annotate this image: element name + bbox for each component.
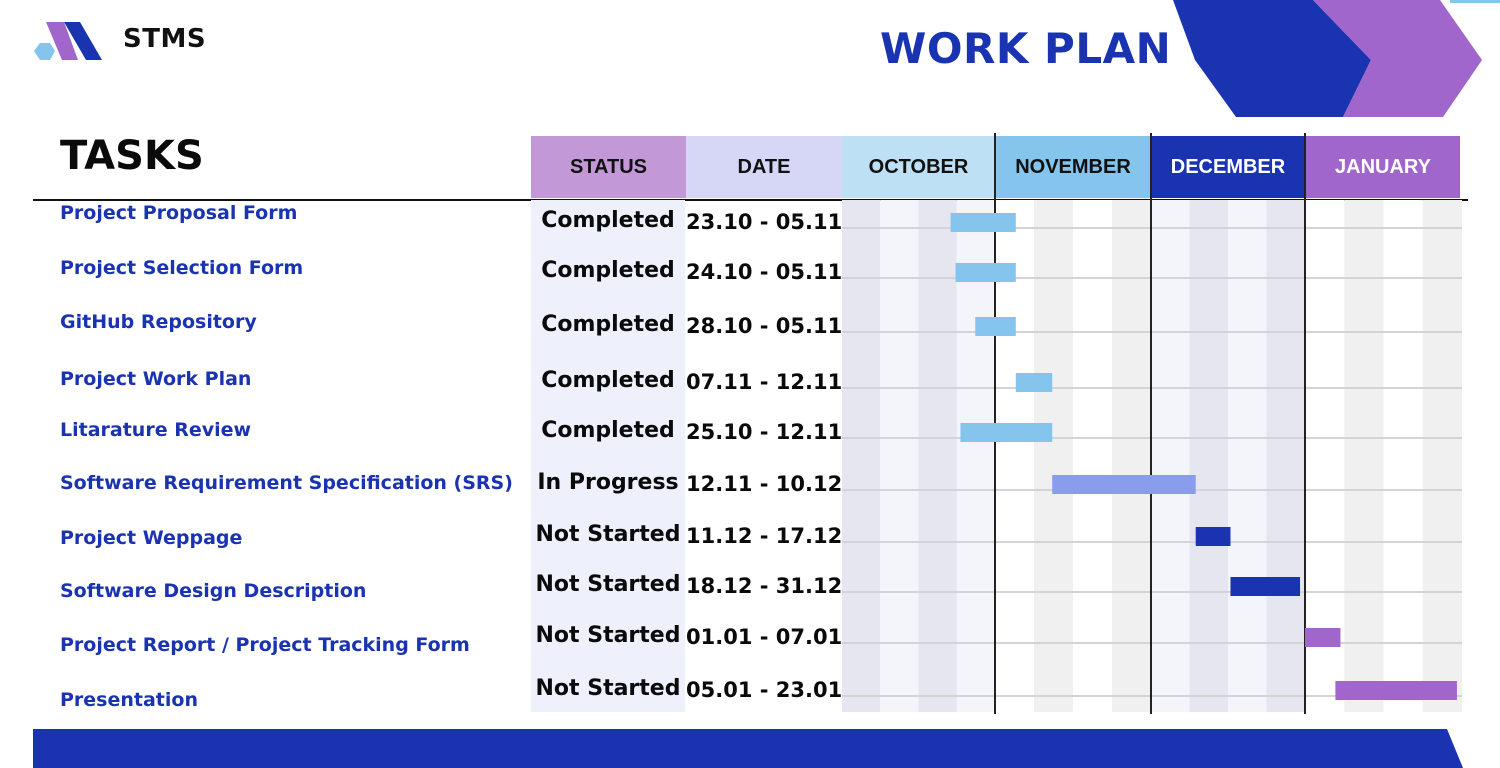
- task-name: Software Requirement Specification (SRS): [60, 472, 513, 494]
- task-name: Project Selection Form: [60, 257, 304, 279]
- task-name: Project Report / Project Tracking Form: [60, 634, 470, 656]
- month-stripe: [1073, 200, 1112, 712]
- task-status: Completed: [541, 258, 675, 283]
- month-stripe: [842, 200, 881, 712]
- task-status: Completed: [541, 208, 675, 233]
- gantt-bar: [1195, 527, 1231, 546]
- task-date: 01.01 - 07.01: [686, 625, 843, 649]
- gantt-bar: [955, 263, 1016, 282]
- task-name: Software Design Description: [60, 580, 367, 602]
- task-name: Project Work Plan: [60, 368, 252, 390]
- task-status: Not Started: [535, 522, 681, 547]
- gantt-bar: [1230, 577, 1301, 596]
- gantt-bar: [1052, 475, 1196, 494]
- month-stripe: [880, 200, 919, 712]
- task-date: 12.11 - 10.12: [686, 472, 843, 496]
- task-status: Completed: [541, 368, 675, 393]
- month-stripe: [1266, 200, 1305, 712]
- gantt-bar: [950, 213, 1016, 232]
- task-name: Litarature Review: [60, 419, 252, 441]
- task-date: 11.12 - 17.12: [686, 524, 843, 548]
- task-date: 23.10 - 05.11: [686, 210, 843, 234]
- task-date: 25.10 - 12.11: [686, 420, 843, 444]
- task-name: Presentation: [60, 689, 198, 711]
- month-stripe: [1344, 200, 1384, 712]
- task-status: In Progress: [537, 470, 679, 495]
- task-name: Project Weppage: [60, 527, 243, 549]
- gantt-bar: [960, 423, 1053, 442]
- month-stripe: [1383, 200, 1423, 712]
- task-date: 28.10 - 05.11: [686, 314, 843, 338]
- month-stripe: [1422, 200, 1462, 712]
- gantt-bar: [1305, 628, 1341, 647]
- gantt-bar: [975, 317, 1016, 336]
- gantt-bar: [1015, 373, 1053, 392]
- task-status: Not Started: [535, 676, 681, 701]
- task-status: Completed: [541, 312, 675, 337]
- task-date: 05.01 - 23.01: [686, 678, 843, 702]
- task-date: 24.10 - 05.11: [686, 260, 843, 284]
- task-status: Not Started: [535, 623, 681, 648]
- month-stripe: [1112, 200, 1151, 712]
- task-status: Not Started: [535, 572, 681, 597]
- month-stripe: [1228, 200, 1267, 712]
- month-stripe: [918, 200, 957, 712]
- task-name: GitHub Repository: [60, 311, 257, 333]
- month-stripe: [1189, 200, 1228, 712]
- month-stripe: [1034, 200, 1073, 712]
- task-name: Project Proposal Form: [60, 202, 298, 224]
- task-date: 18.12 - 31.12: [686, 574, 843, 598]
- month-stripe: [1151, 200, 1190, 712]
- task-date: 07.11 - 12.11: [686, 370, 843, 394]
- task-status: Completed: [541, 418, 675, 443]
- gantt-bar: [1335, 681, 1457, 700]
